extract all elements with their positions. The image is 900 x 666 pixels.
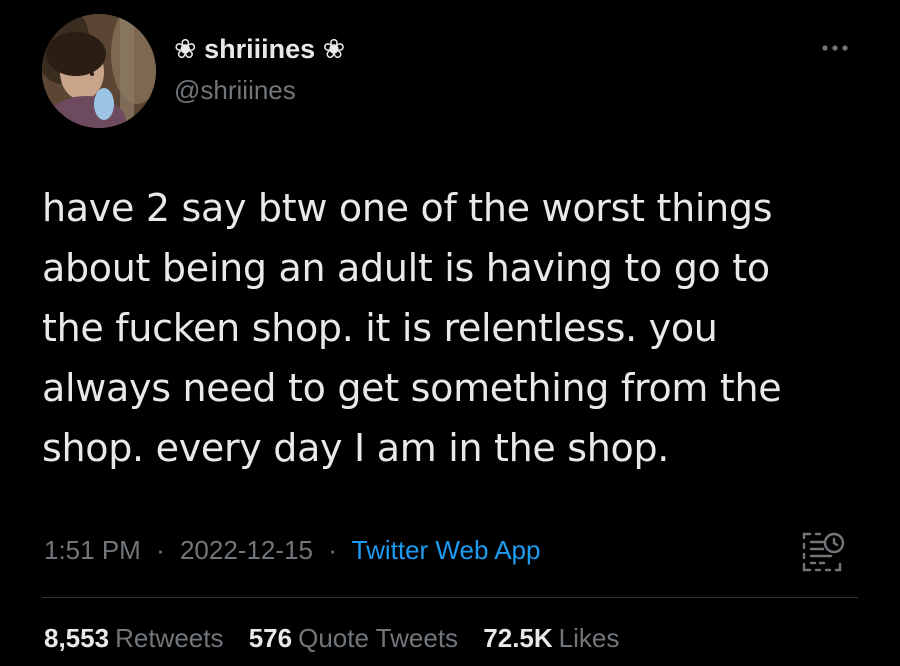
author-display-name[interactable]: ❀ shriiines ❀ [174, 32, 345, 66]
quote-tweets-count: 576 [248, 623, 293, 653]
tweet-stats: 8,553 Retweets 576 Quote Tweets 72.5K Likes [44, 620, 637, 656]
tweet-text-line: have 2 say btw one of the worst things [42, 186, 773, 230]
retweets-label: Retweets [115, 623, 224, 653]
tweet-text-line: the fucken shop. it is relentless. you [42, 306, 718, 350]
likes-count: 72.5K [483, 623, 553, 653]
tweet-text-line: always need to get something from the [42, 366, 782, 410]
retweets-count: 8,553 [44, 623, 110, 653]
author-handle[interactable]: @shriiines [174, 74, 296, 106]
tweet-source-link[interactable]: Twitter Web App [352, 535, 541, 565]
retweets-stat[interactable]: 8,553 Retweets [44, 623, 223, 653]
stats-divider [42, 597, 858, 598]
tweet-meta: 1:51 PM · 2022-12-15 · Twitter Web App [44, 532, 540, 568]
tweet-card: ❀ shriiines ❀ @shriiines have 2 say btw … [0, 0, 900, 666]
quote-tweets-stat[interactable]: 576 Quote Tweets [249, 623, 458, 653]
tweet-text: have 2 say btw one of the worst things a… [42, 178, 862, 478]
quote-tweets-label: Quote Tweets [298, 623, 459, 653]
avatar[interactable] [42, 14, 156, 128]
tweet-date[interactable]: 2022-12-15 [180, 535, 313, 565]
tweet-text-line: shop. every day I am in the shop. [42, 426, 670, 470]
avatar-photo [42, 14, 156, 128]
meta-separator: · [328, 535, 337, 565]
meta-separator: · [156, 535, 165, 565]
likes-label: Likes [558, 623, 620, 653]
analytics-icon[interactable] [800, 530, 848, 574]
likes-stat[interactable]: 72.5K Likes [483, 623, 619, 653]
tweet-time[interactable]: 1:51 PM [44, 535, 141, 565]
tweet-text-line: about being an adult is having to go to [42, 246, 770, 290]
more-horizontal-icon[interactable] [820, 40, 850, 56]
